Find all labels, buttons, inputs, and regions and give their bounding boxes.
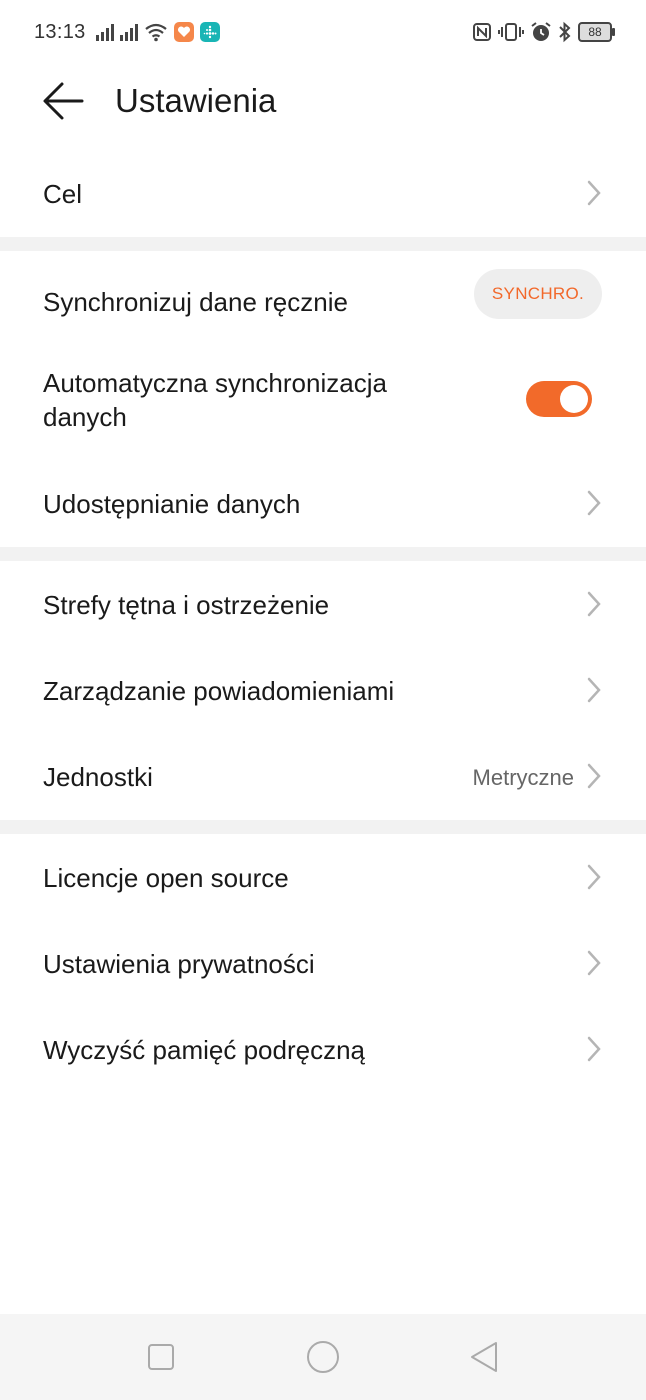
health-app-icon (174, 22, 194, 42)
section-divider (0, 237, 646, 251)
chevron-right-icon (587, 591, 601, 617)
chevron-right-icon (587, 763, 601, 789)
settings-item-label-line2: danych (43, 402, 127, 432)
settings-item-label: Strefy tętna i ostrzeżenie (43, 590, 330, 620)
battery-icon: 88 (578, 22, 615, 42)
signal-icon (120, 23, 138, 41)
settings-item-goal[interactable]: Cel (0, 150, 646, 236)
settings-item-data-sharing[interactable]: Udostępnianie danych (0, 462, 646, 546)
settings-item-label: Licencje open source (43, 863, 289, 893)
settings-item-privacy[interactable]: Ustawienia prywatności (0, 920, 646, 1006)
fitbit-app-icon (200, 22, 220, 42)
units-value: Metryczne (472, 765, 574, 790)
auto-sync-toggle[interactable] (526, 381, 592, 417)
settings-item-label: Zarządzanie powiadomieniami (43, 676, 395, 706)
chevron-right-icon (587, 490, 601, 516)
settings-item-label: Wyczyść pamięć podręczną (43, 1035, 365, 1065)
wifi-icon (145, 23, 167, 42)
chevron-right-icon (587, 677, 601, 703)
recents-square-icon[interactable] (144, 1340, 178, 1374)
settings-item-units[interactable]: Jednostki Metryczne (0, 733, 646, 819)
section-divider (0, 820, 646, 834)
section-divider (0, 547, 646, 561)
settings-item-licenses[interactable]: Licencje open source (0, 834, 646, 920)
app-header: Ustawienia (0, 64, 646, 140)
page-title: Ustawienia (115, 82, 277, 119)
settings-item-notifications[interactable]: Zarządzanie powiadomieniami (0, 647, 646, 733)
settings-item-label: Udostępnianie danych (43, 489, 301, 519)
bluetooth-icon (559, 21, 571, 43)
settings-item-label-line1: Automatyczna synchronizacja (43, 368, 387, 398)
settings-item-label: Cel (43, 179, 83, 209)
status-bar: 13:13 88 (0, 0, 646, 64)
system-nav-bar (0, 1314, 646, 1400)
settings-item-clear-cache[interactable]: Wyczyść pamięć podręczną (0, 1006, 646, 1092)
chevron-right-icon (587, 950, 601, 976)
arrow-left-icon[interactable] (40, 80, 86, 122)
chevron-right-icon (587, 864, 601, 890)
status-time: 13:13 (34, 21, 86, 43)
signal-icon (96, 23, 114, 41)
toggle-knob (560, 385, 588, 413)
chevron-right-icon (587, 1036, 601, 1062)
settings-item-heart-zones[interactable]: Strefy tętna i ostrzeżenie (0, 561, 646, 647)
vibrate-icon (498, 23, 524, 41)
back-triangle-icon[interactable] (467, 1340, 501, 1374)
alarm-icon (531, 22, 551, 41)
settings-item-label: Ustawienia prywatności (43, 949, 315, 979)
sync-now-button[interactable]: SYNCHRO. (474, 269, 602, 319)
chevron-right-icon (587, 180, 601, 206)
nfc-icon (473, 23, 491, 41)
settings-item-label: Jednostki (43, 762, 153, 792)
home-circle-icon[interactable] (306, 1340, 340, 1374)
status-left-icons (96, 20, 220, 44)
settings-item-label: Synchronizuj dane ręcznie (43, 287, 348, 317)
status-right-icons: 88 (472, 20, 615, 44)
